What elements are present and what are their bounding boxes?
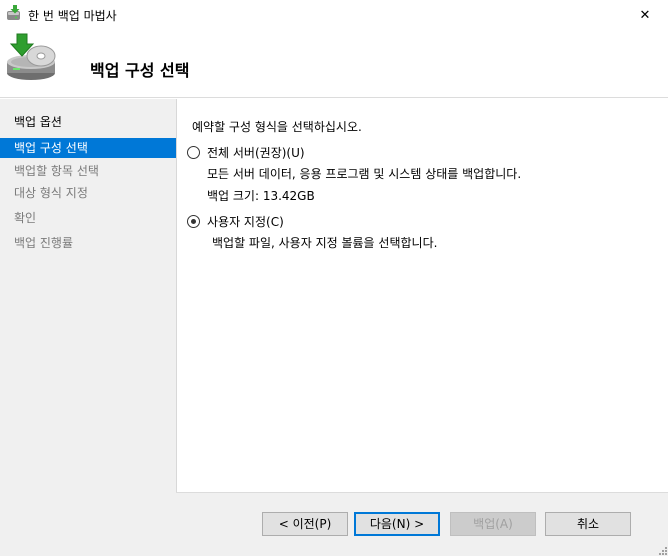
full-server-description: 모든 서버 데이터, 응용 프로그램 및 시스템 상태를 백업합니다.	[207, 167, 522, 181]
resize-grip-icon[interactable]	[658, 546, 668, 556]
wizard-header: 백업 구성 선택	[0, 30, 668, 98]
custom-radio[interactable]	[187, 215, 200, 228]
backup-button: 백업(A)	[450, 512, 536, 536]
sidebar-item-confirmation: 확인	[14, 211, 37, 225]
sidebar-item-select-items: 백업할 항목 선택	[14, 164, 99, 178]
main-content: 예약할 구성 형식을 선택하십시오. 전체 서버(권장)(U) 모든 서버 데이…	[177, 99, 668, 492]
full-server-option[interactable]: 전체 서버(권장)(U)	[187, 144, 305, 161]
backup-wizard-app-icon	[7, 5, 20, 20]
sidebar-item-backup-configuration[interactable]: 백업 구성 선택	[0, 138, 176, 158]
previous-button[interactable]: < 이전(P)	[262, 512, 348, 536]
page-title: 백업 구성 선택	[90, 61, 190, 80]
custom-description: 백업할 파일, 사용자 지정 볼륨을 선택합니다.	[212, 236, 438, 250]
full-server-label[interactable]: 전체 서버(권장)(U)	[207, 144, 305, 161]
backup-size-label: 백업 크기: 13.42GB	[207, 189, 315, 203]
close-icon: ✕	[639, 7, 651, 23]
custom-label[interactable]: 사용자 지정(C)	[207, 213, 284, 230]
wizard-footer: < 이전(P) 다음(N) > 백업(A) 취소	[176, 492, 668, 556]
sidebar-item-destination-type: 대상 형식 지정	[14, 186, 88, 200]
custom-option[interactable]: 사용자 지정(C)	[187, 213, 284, 230]
full-server-radio[interactable]	[187, 146, 200, 159]
sidebar-item-backup-progress: 백업 진행률	[14, 236, 74, 250]
wizard-steps-sidebar: 백업 옵션 백업 구성 선택 백업할 항목 선택 대상 형식 지정 확인 백업 …	[0, 99, 176, 556]
sidebar-item-backup-options[interactable]: 백업 옵션	[0, 112, 176, 132]
window-close-button[interactable]: ✕	[622, 0, 668, 30]
instruction-text: 예약할 구성 형식을 선택하십시오.	[192, 120, 362, 134]
title-bar: 한 번 백업 마법사 ✕	[0, 0, 668, 30]
window-title: 한 번 백업 마법사	[28, 9, 117, 23]
backup-drive-icon	[7, 33, 56, 80]
next-button[interactable]: 다음(N) >	[354, 512, 440, 536]
cancel-button[interactable]: 취소	[545, 512, 631, 536]
